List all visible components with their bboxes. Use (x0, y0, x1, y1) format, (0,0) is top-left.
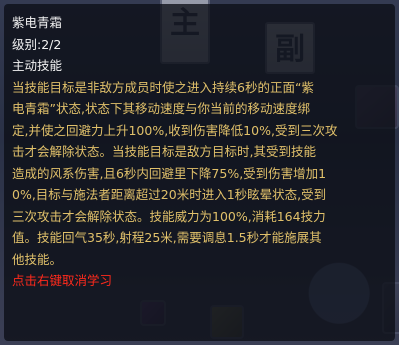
skill-type: 主动技能 (12, 58, 63, 73)
description-line: 当技能目标是非敌方成员时使之进入持续6秒的正面“紫 (12, 79, 314, 95)
game-screen: 主 副 紫电青霜 级别:2/2 主动技能 当技能目标是非敌方成员时使之进入持续6… (0, 0, 399, 345)
skill-level: 级别:2/2 (12, 36, 62, 52)
description-line: 电青霜”状态,状态下其移动速度与你当前的移动速度绑 (12, 101, 310, 116)
description-line: 三次攻击才会解除状态。技能威力为100%,消耗164技力 (12, 208, 326, 224)
description-line: 定,并使之回避力上升100%,收到伤害降低10%,受到三次攻 (12, 122, 338, 138)
description-line: 值。技能回气35秒,射程25米,需要调息1.5秒才能施展其 (12, 230, 322, 245)
description-line: 他技能。 (12, 251, 63, 267)
description-line: 造成的风系伤害,且6秒内回避里下降75%,受到伤害增加1 (12, 165, 327, 181)
description-line: 击才会解除状态。当技能目标是敌方目标时,其受到技能 (12, 144, 316, 159)
skill-tooltip: 紫电青霜 级别:2/2 主动技能 当技能目标是非敌方成员时使之进入持续6秒的正面… (4, 4, 395, 341)
skill-tooltip-content: 紫电青霜 级别:2/2 主动技能 当技能目标是非敌方成员时使之进入持续6秒的正面… (12, 12, 390, 292)
description-line: 0%,目标与施法者距离超过20米时进入1秒眩晕状态,受到 (12, 187, 327, 202)
skill-name: 紫电青霜 (12, 15, 63, 30)
cancel-learn-hint: 点击右键取消学习 (12, 273, 113, 288)
skill-description: 当技能目标是非敌方成员时使之进入持续6秒的正面“紫 电青霜”状态,状态下其移动速… (12, 77, 390, 271)
